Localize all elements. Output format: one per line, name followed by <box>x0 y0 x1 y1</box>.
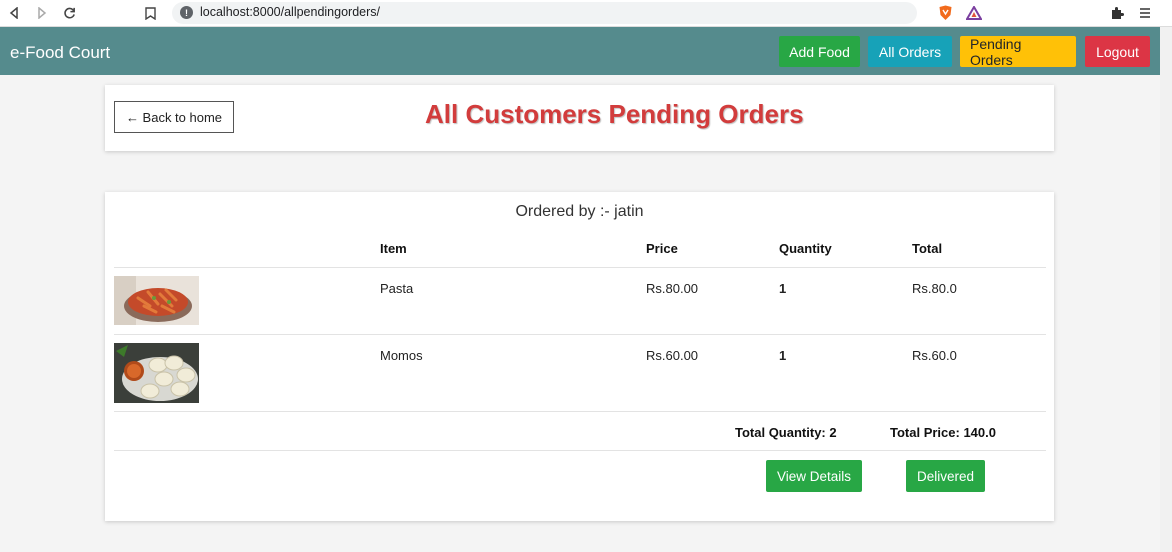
row-item-total: Rs.60.0 <box>912 348 957 363</box>
add-food-button[interactable]: Add Food <box>779 36 860 67</box>
top-navbar: e-Food Court Add Food All Orders Pending… <box>0 27 1160 75</box>
divider <box>114 411 1046 412</box>
extensions-icon[interactable] <box>1108 4 1126 22</box>
row-item-name: Momos <box>380 348 423 363</box>
reload-icon[interactable] <box>60 4 78 22</box>
logout-button[interactable]: Logout <box>1085 36 1150 67</box>
row-item-name: Pasta <box>380 281 414 296</box>
pasta-thumbnail <box>114 276 199 325</box>
page-title: All Customers Pending Orders <box>425 99 804 129</box>
view-details-button[interactable]: View Details <box>766 460 862 492</box>
row-item-quantity: 1 <box>779 348 787 363</box>
url-text[interactable]: localhost:8000/allpendingorders/ <box>200 5 380 19</box>
pending-orders-button[interactable]: Pending Orders <box>960 36 1076 68</box>
page-scrollbar[interactable] <box>1160 27 1172 552</box>
row-item-price: Rs.60.00 <box>646 348 699 363</box>
column-header-item: Item <box>380 241 407 256</box>
back-to-home-button[interactable]: ← Back to home <box>114 101 234 133</box>
order-card: Ordered by :- jatin Item Price Quantity … <box>105 192 1054 521</box>
momos-thumbnail <box>114 343 199 403</box>
divider <box>114 450 1046 451</box>
total-quantity-label: Total Quantity: 2 <box>735 425 837 440</box>
column-header-price: Price <box>646 241 678 256</box>
row-item-total: Rs.80.0 <box>912 281 957 296</box>
back-icon[interactable] <box>5 4 23 22</box>
brand-logo-text[interactable]: e-Food Court <box>10 43 110 63</box>
all-orders-button[interactable]: All Orders <box>868 36 952 67</box>
column-header-quantity: Quantity <box>779 241 832 256</box>
site-info-icon[interactable]: ! <box>180 6 193 19</box>
column-header-total: Total <box>912 241 943 256</box>
ordered-by-heading: Ordered by :- jatin <box>515 203 644 220</box>
brave-rewards-icon[interactable] <box>965 4 983 22</box>
header-card: ← Back to home All Customers Pending Ord… <box>105 85 1054 151</box>
browser-toolbar: ! localhost:8000/allpendingorders/ <box>0 0 1172 27</box>
divider <box>114 334 1046 335</box>
brave-shield-icon[interactable] <box>936 4 954 22</box>
delivered-button[interactable]: Delivered <box>906 460 985 492</box>
row-item-quantity: 1 <box>779 281 787 296</box>
forward-icon[interactable] <box>33 4 51 22</box>
total-price-label: Total Price: 140.0 <box>890 425 996 440</box>
menu-icon[interactable] <box>1136 4 1154 22</box>
divider <box>114 267 1046 268</box>
row-item-price: Rs.80.00 <box>646 281 699 296</box>
bookmark-icon[interactable] <box>141 4 159 22</box>
